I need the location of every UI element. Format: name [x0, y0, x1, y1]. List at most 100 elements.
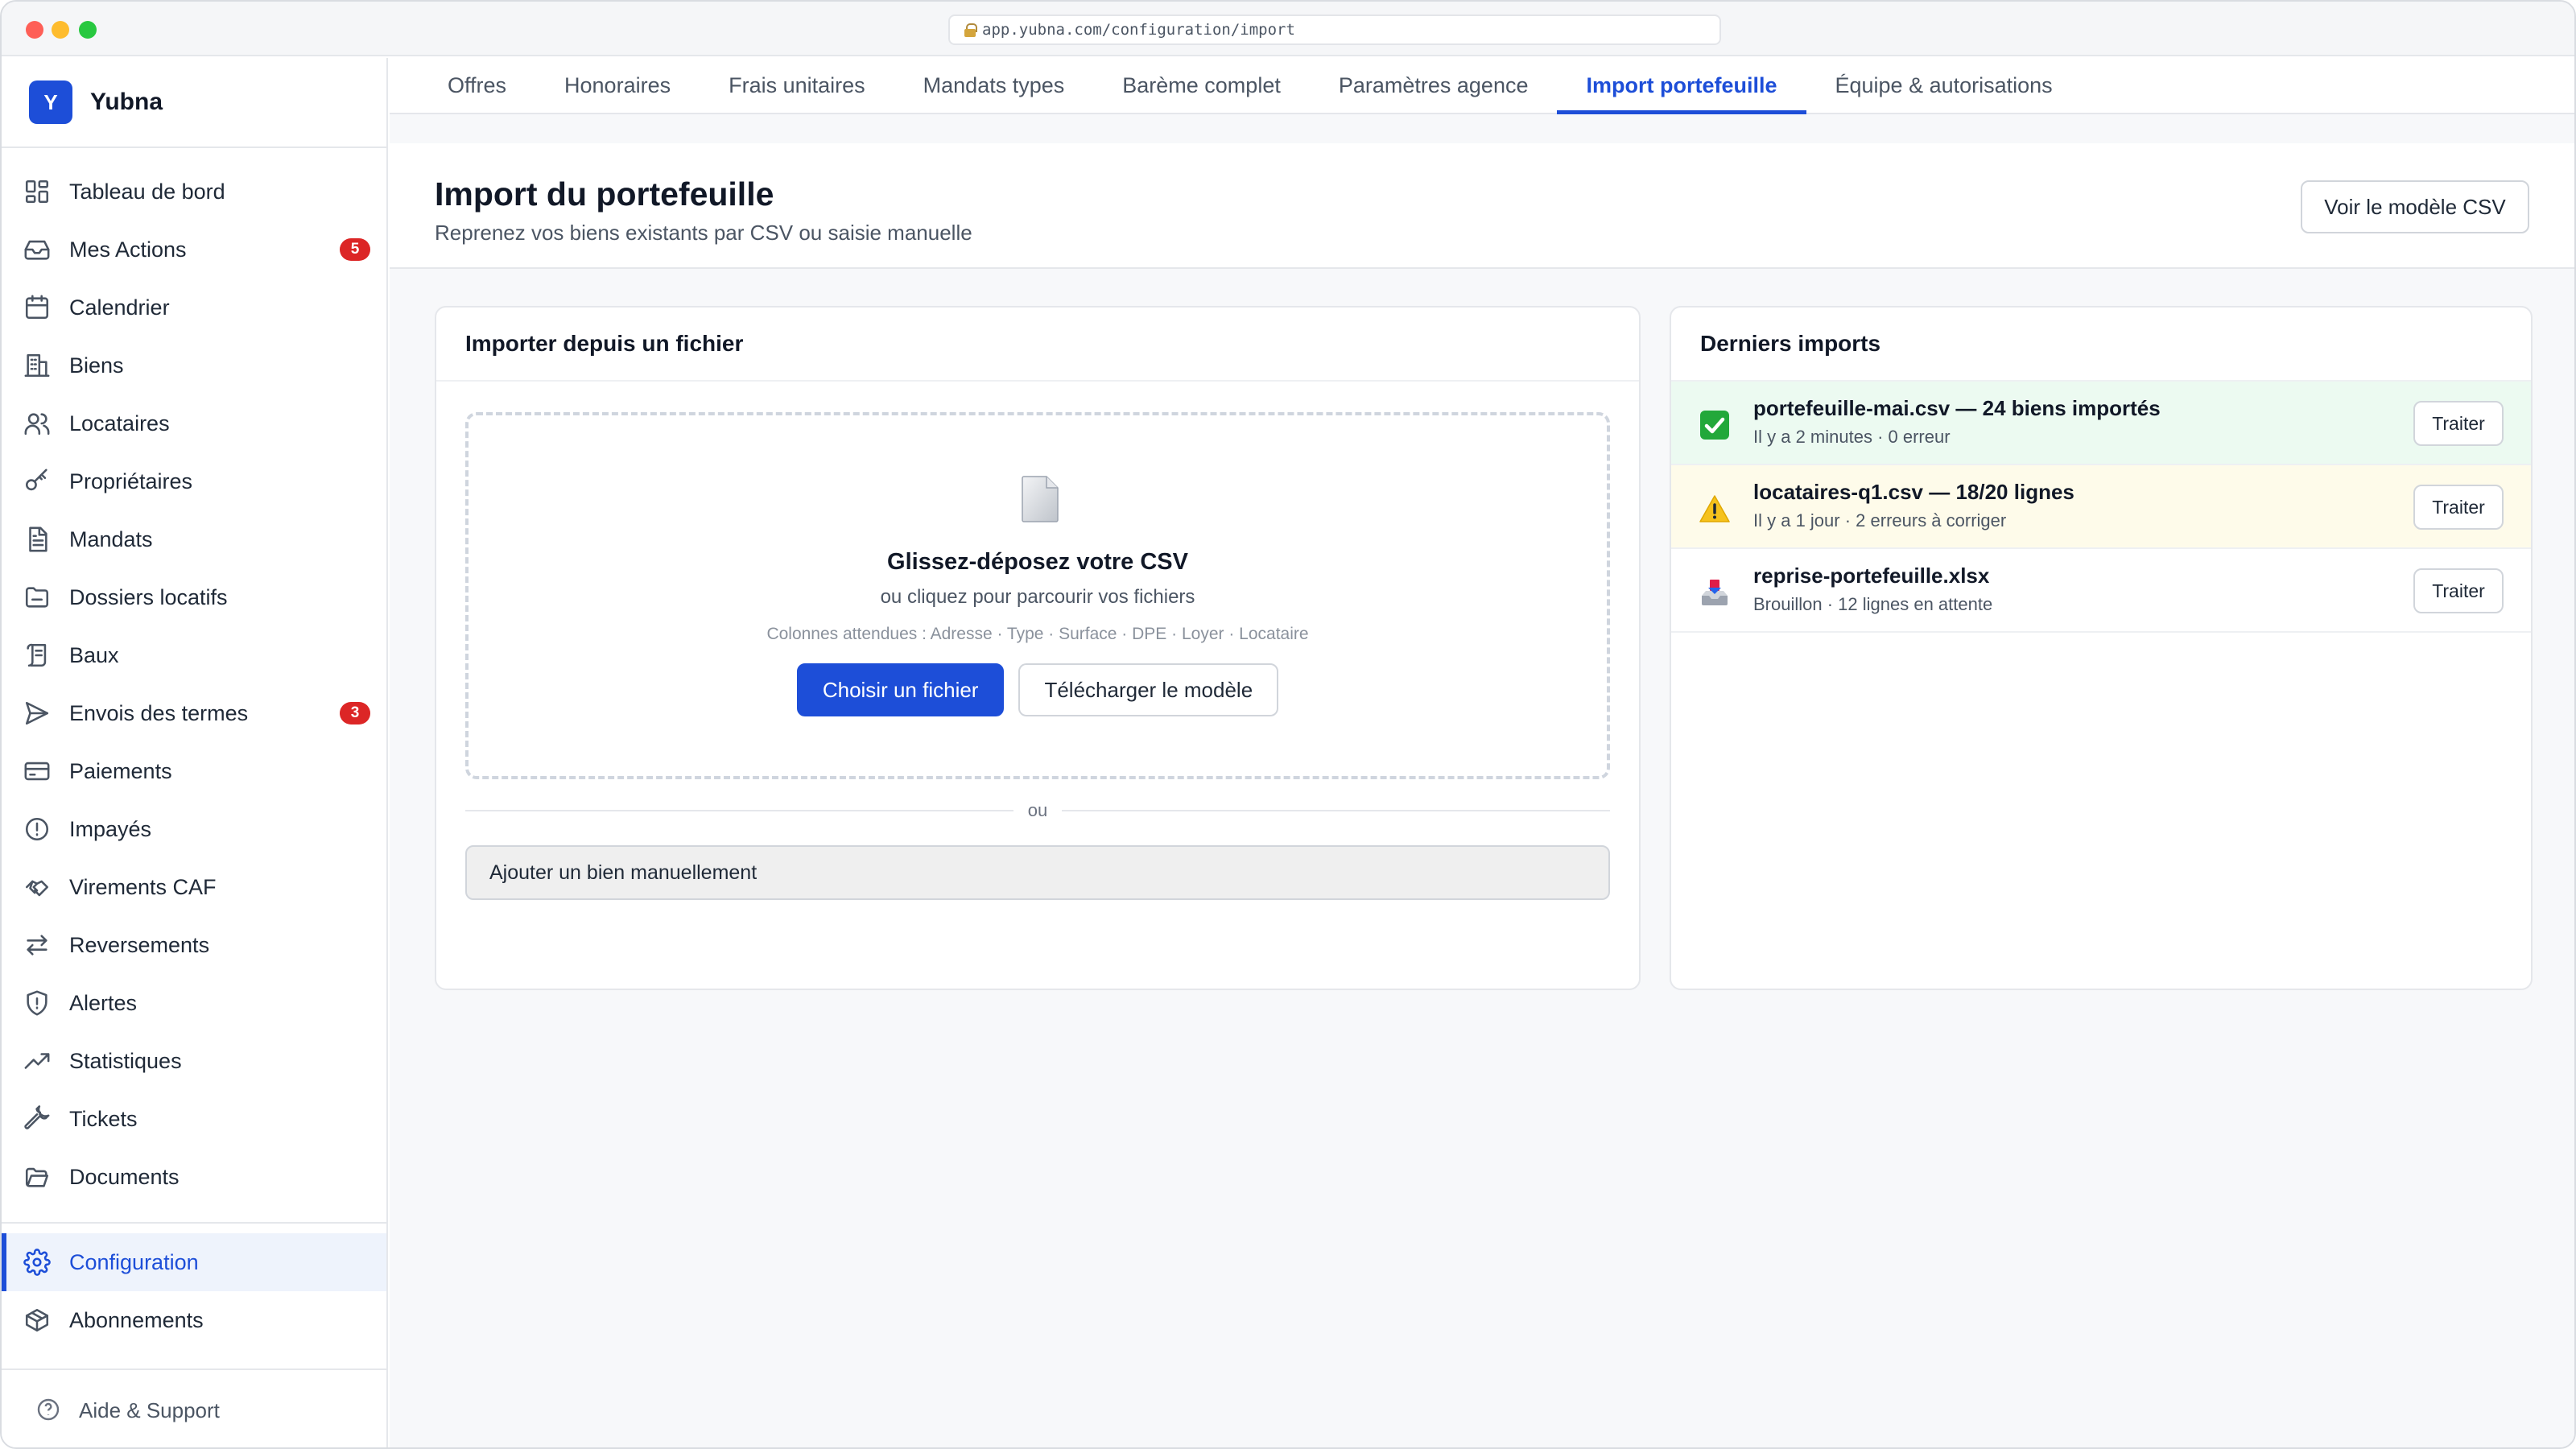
sidebar-item-label: Dossiers locatifs — [69, 584, 228, 609]
import-row: reprise-portefeuille.xlsx Brouillon · 12… — [1671, 549, 2531, 633]
address-bar[interactable]: app.yubna.com/configuration/import — [948, 14, 1721, 45]
browser-window: app.yubna.com/configuration/import Y Yub… — [0, 0, 2576, 1449]
check-icon — [1700, 411, 1729, 440]
count-badge: 5 — [340, 238, 370, 261]
tab-parametres-agence[interactable]: Paramètres agence — [1310, 58, 1558, 113]
tab-import-portefeuille[interactable]: Import portefeuille — [1557, 58, 1806, 114]
url-text: app.yubna.com/configuration/import — [982, 21, 1295, 39]
import-meta: Il y a 2 minutes · 0 erreur — [1753, 427, 1951, 447]
sidebar-item-baux[interactable]: Baux — [2, 626, 386, 684]
alert-circle-icon — [23, 815, 52, 844]
import-meta: Brouillon · 12 lignes en attente — [1753, 594, 1993, 614]
import-row: portefeuille-mai.csv — 24 biens importés… — [1671, 382, 2531, 465]
divider-line — [465, 810, 1013, 811]
sidebar-item-impayes[interactable]: Impayés — [2, 800, 386, 858]
download-template-button[interactable]: Télécharger le modèle — [1018, 663, 1279, 716]
sidebar-item-label: Reversements — [69, 932, 210, 957]
tab-frais-unitaires[interactable]: Frais unitaires — [700, 58, 894, 113]
page-header: Import du portefeuille Reprenez vos bien… — [390, 143, 2574, 269]
sidebar-item-label: Baux — [69, 642, 119, 667]
maximize-window-button[interactable] — [79, 21, 97, 39]
handshake-icon — [23, 873, 52, 902]
sidebar-item-statistiques[interactable]: Statistiques — [2, 1032, 386, 1090]
divider-line — [1062, 810, 1611, 811]
process-import-button[interactable]: Traiter — [2413, 401, 2504, 446]
close-window-button[interactable] — [26, 21, 43, 39]
sidebar-item-proprietaires[interactable]: Propriétaires — [2, 452, 386, 510]
sidebar-item-label: Paiements — [69, 758, 172, 783]
inbox-icon — [23, 235, 52, 264]
tab-offres[interactable]: Offres — [419, 58, 535, 113]
sidebar-item-tickets[interactable]: Tickets — [2, 1090, 386, 1148]
sidebar-item-envois-des-termes[interactable]: Envois des termes 3 — [2, 684, 386, 742]
tab-equipe-autorisations[interactable]: Équipe & autorisations — [1806, 58, 2082, 113]
sidebar-item-virements-caf[interactable]: Virements CAF — [2, 858, 386, 916]
page-title: Import du portefeuille — [435, 175, 774, 213]
folder-open-icon — [23, 1162, 52, 1191]
view-csv-model-button[interactable]: Voir le modèle CSV — [2301, 180, 2529, 233]
tab-mandats-types[interactable]: Mandats types — [894, 58, 1094, 113]
minimize-window-button[interactable] — [52, 21, 69, 39]
brand-logo: Y — [29, 80, 72, 124]
expected-columns: Colonnes attendues : Adresse · Type · Su… — [766, 625, 1309, 643]
sidebar-item-dossiers-locatifs[interactable]: Dossiers locatifs — [2, 568, 386, 626]
box-icon — [23, 1306, 52, 1335]
building-icon — [23, 351, 52, 380]
scroll-icon — [23, 641, 52, 670]
arrows-exchange-icon — [23, 931, 52, 960]
help-support-label: Aide & Support — [79, 1397, 220, 1422]
sidebar-item-label: Tickets — [69, 1106, 138, 1131]
sidebar-item-reversements[interactable]: Reversements — [2, 916, 386, 974]
sidebar-item-alertes[interactable]: Alertes — [2, 974, 386, 1032]
import-name: reprise-portefeuille.xlsx — [1753, 564, 1990, 588]
tab-bareme-complet[interactable]: Barème complet — [1093, 58, 1310, 113]
dropzone-title: Glissez-déposez votre CSV — [887, 549, 1188, 575]
dropzone-subtitle: ou cliquez pour parcourir vos fichiers — [880, 586, 1195, 608]
sidebar-item-label: Abonnements — [69, 1307, 204, 1332]
sidebar-item-label: Calendrier — [69, 295, 170, 320]
sidebar-divider — [2, 1222, 386, 1224]
lock-icon — [964, 23, 977, 37]
add-property-manually-button[interactable]: Ajouter un bien manuellement — [465, 845, 1610, 900]
upload-card-title: Importer depuis un fichier — [436, 308, 1639, 382]
process-import-button[interactable]: Traiter — [2413, 485, 2504, 530]
dropzone-actions: Choisir un fichier Télécharger le modèle — [469, 663, 1607, 716]
csv-dropzone[interactable]: Glissez-déposez votre CSV ou cliquez pou… — [465, 412, 1610, 779]
wrench-icon — [23, 1104, 52, 1133]
sidebar-item-label: Envois des termes — [69, 700, 249, 725]
sidebar-item-label: Propriétaires — [69, 469, 193, 493]
import-row: locataires-q1.csv — 18/20 lignes Il y a … — [1671, 465, 2531, 549]
sidebar-item-calendrier[interactable]: Calendrier — [2, 279, 386, 336]
shield-alert-icon — [23, 989, 52, 1018]
sidebar-item-label: Documents — [69, 1164, 180, 1189]
sidebar-item-label: Virements CAF — [69, 874, 217, 899]
users-icon — [23, 409, 52, 438]
sidebar-item-configuration[interactable]: Configuration — [2, 1233, 386, 1291]
sidebar-item-biens[interactable]: Biens — [2, 336, 386, 394]
tab-honoraires[interactable]: Honoraires — [535, 58, 700, 113]
sidebar-item-locataires[interactable]: Locataires — [2, 394, 386, 452]
send-icon — [23, 699, 52, 728]
document-icon — [23, 525, 52, 554]
sidebar-item-mandats[interactable]: Mandats — [2, 510, 386, 568]
help-support-link[interactable]: Aide & Support — [2, 1368, 386, 1447]
calendar-icon — [23, 293, 52, 322]
sidebar-item-tableau-de-bord[interactable]: Tableau de bord — [2, 163, 386, 221]
brand-name: Yubna — [90, 89, 163, 115]
main-content: Offres Honoraires Frais unitaires Mandat… — [390, 58, 2574, 1447]
process-import-button[interactable]: Traiter — [2413, 568, 2504, 613]
file-icon — [1022, 476, 1059, 522]
help-circle-icon — [35, 1397, 63, 1424]
brand[interactable]: Y Yubna — [2, 58, 386, 148]
sidebar-item-label: Mandats — [69, 526, 153, 551]
sidebar-item-documents[interactable]: Documents — [2, 1148, 386, 1206]
sidebar-item-mes-actions[interactable]: Mes Actions 5 — [2, 221, 386, 279]
dashboard-icon — [23, 177, 52, 206]
import-name: locataires-q1.csv — 18/20 lignes — [1753, 480, 2074, 504]
choose-file-button[interactable]: Choisir un fichier — [796, 663, 1005, 716]
sidebar-item-abonnements[interactable]: Abonnements — [2, 1291, 386, 1349]
sidebar-item-label: Mes Actions — [69, 237, 187, 262]
recent-imports-card: Derniers imports portefeuille-mai.csv — … — [1670, 306, 2533, 990]
sidebar: Y Yubna Tableau de bord Mes Actions 5 Ca… — [2, 58, 388, 1447]
sidebar-item-paiements[interactable]: Paiements — [2, 742, 386, 800]
